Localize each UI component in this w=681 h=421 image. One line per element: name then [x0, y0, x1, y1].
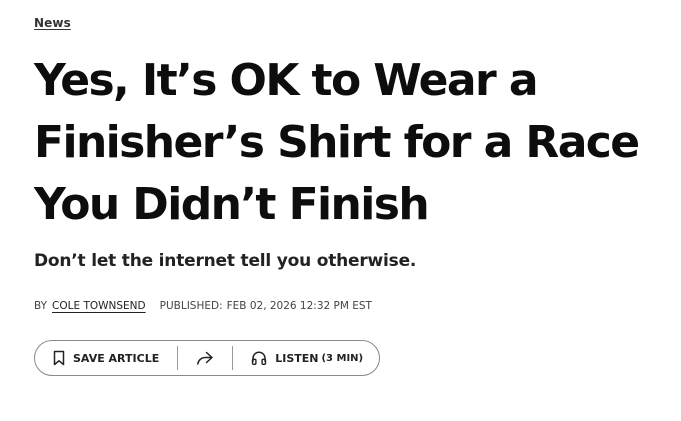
article-header: News Yes, It’s OK to Wear a Finisher’s S… [34, 12, 664, 376]
byline: BY COLE TOWNSEND PUBLISHED: FEB 02, 2026… [34, 300, 664, 312]
action-divider [177, 346, 179, 370]
published-date: FEB 02, 2026 12:32 PM EST [226, 300, 372, 312]
action-divider [232, 346, 234, 370]
category-link[interactable]: News [34, 16, 71, 30]
share-button[interactable] [196, 350, 214, 366]
listen-button[interactable]: LISTEN (3 MIN) [251, 350, 363, 366]
headline-line: Finisher’s Shirt for a Race [34, 117, 640, 168]
save-article-button[interactable]: SAVE ARTICLE [53, 350, 159, 366]
listen-duration: (3 MIN) [321, 352, 364, 364]
share-icon [196, 350, 214, 366]
headline-line: You Didn’t Finish [34, 179, 430, 230]
page-title: Yes, It’s OK to Wear a Finisher’s Shirt … [34, 50, 664, 236]
byline-prefix: BY [34, 300, 48, 312]
save-article-label: SAVE ARTICLE [73, 351, 160, 365]
article-action-bar: SAVE ARTICLE LISTEN (3 MIN) [34, 340, 381, 376]
headline-line: Yes, It’s OK to Wear a [34, 55, 539, 106]
published-label: PUBLISHED: [159, 300, 223, 312]
headphones-icon [251, 350, 267, 366]
bookmark-icon [53, 350, 65, 366]
listen-label: LISTEN [275, 351, 319, 365]
article-dek: Don’t let the internet tell you otherwis… [34, 251, 417, 271]
author-link[interactable]: COLE TOWNSEND [52, 300, 146, 312]
